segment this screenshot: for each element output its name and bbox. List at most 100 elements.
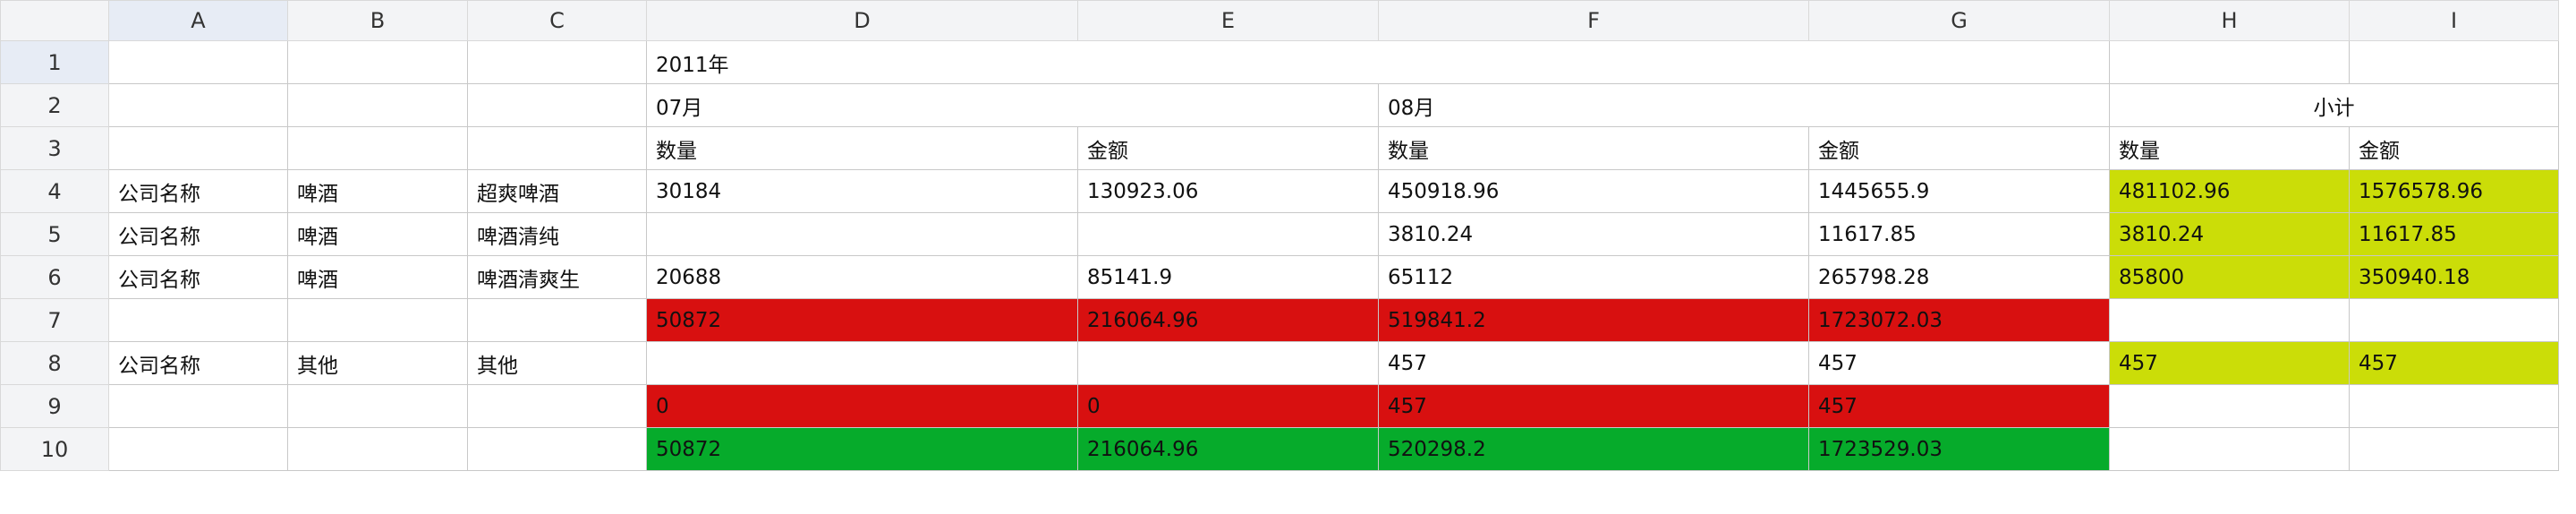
cell-h1[interactable]: [2109, 40, 2350, 84]
column-header-f[interactable]: F: [1378, 0, 1809, 41]
cell-c1[interactable]: [467, 40, 647, 84]
cell-g8[interactable]: 457: [1808, 341, 2110, 385]
cell-i3[interactable]: 金额: [2349, 126, 2559, 170]
cell-c2[interactable]: [467, 83, 647, 127]
cell-i9[interactable]: [2349, 384, 2559, 428]
cell-e7[interactable]: 216064.96: [1077, 298, 1379, 342]
cell-g4[interactable]: 1445655.9: [1808, 169, 2110, 213]
cell-h2-subtotal[interactable]: 小计: [2109, 83, 2559, 127]
cell-d4[interactable]: 30184: [646, 169, 1078, 213]
cell-c7[interactable]: [467, 298, 647, 342]
cell-i7[interactable]: [2349, 298, 2559, 342]
cell-b8[interactable]: 其他: [287, 341, 468, 385]
cell-g10[interactable]: 1723529.03: [1808, 427, 2110, 471]
cell-b4[interactable]: 啤酒: [287, 169, 468, 213]
cell-b1[interactable]: [287, 40, 468, 84]
cell-e6[interactable]: 85141.9: [1077, 255, 1379, 299]
cell-d2-july[interactable]: 07月: [646, 83, 1379, 127]
cell-g5[interactable]: 11617.85: [1808, 212, 2110, 256]
column-header-e[interactable]: E: [1077, 0, 1379, 41]
cell-a8[interactable]: 公司名称: [108, 341, 288, 385]
cell-i4[interactable]: 1576578.96: [2349, 169, 2559, 213]
cell-h7[interactable]: [2109, 298, 2350, 342]
column-header-g[interactable]: G: [1808, 0, 2110, 41]
cell-c10[interactable]: [467, 427, 647, 471]
cell-e10[interactable]: 216064.96: [1077, 427, 1379, 471]
column-header-b[interactable]: B: [287, 0, 468, 41]
cell-b2[interactable]: [287, 83, 468, 127]
cell-e3[interactable]: 金额: [1077, 126, 1379, 170]
spreadsheet-grid[interactable]: A B C D E F G H I 1 2011年 2 07月 08月 小计 3…: [0, 0, 2559, 471]
cell-h9[interactable]: [2109, 384, 2350, 428]
row-header-9[interactable]: 9: [0, 384, 109, 428]
cell-d6[interactable]: 20688: [646, 255, 1078, 299]
cell-g6[interactable]: 265798.28: [1808, 255, 2110, 299]
cell-f3[interactable]: 数量: [1378, 126, 1809, 170]
cell-b5[interactable]: 啤酒: [287, 212, 468, 256]
cell-g9[interactable]: 457: [1808, 384, 2110, 428]
cell-c6[interactable]: 啤酒清爽生: [467, 255, 647, 299]
cell-h6[interactable]: 85800: [2109, 255, 2350, 299]
cell-c5[interactable]: 啤酒清纯: [467, 212, 647, 256]
cell-a9[interactable]: [108, 384, 288, 428]
cell-e9[interactable]: 0: [1077, 384, 1379, 428]
cell-i1[interactable]: [2349, 40, 2559, 84]
row-header-3[interactable]: 3: [0, 126, 109, 170]
cell-d7[interactable]: 50872: [646, 298, 1078, 342]
column-header-h[interactable]: H: [2109, 0, 2350, 41]
cell-f6[interactable]: 65112: [1378, 255, 1809, 299]
cell-b3[interactable]: [287, 126, 468, 170]
cell-e5[interactable]: [1077, 212, 1379, 256]
cell-d10[interactable]: 50872: [646, 427, 1078, 471]
cell-i8[interactable]: 457: [2349, 341, 2559, 385]
row-header-10[interactable]: 10: [0, 427, 109, 471]
cell-c4[interactable]: 超爽啤酒: [467, 169, 647, 213]
row-header-2[interactable]: 2: [0, 83, 109, 127]
cell-f4[interactable]: 450918.96: [1378, 169, 1809, 213]
cell-h8[interactable]: 457: [2109, 341, 2350, 385]
cell-f8[interactable]: 457: [1378, 341, 1809, 385]
row-header-5[interactable]: 5: [0, 212, 109, 256]
row-header-6[interactable]: 6: [0, 255, 109, 299]
select-all-corner[interactable]: [0, 0, 109, 41]
cell-b7[interactable]: [287, 298, 468, 342]
cell-i10[interactable]: [2349, 427, 2559, 471]
cell-f10[interactable]: 520298.2: [1378, 427, 1809, 471]
cell-b9[interactable]: [287, 384, 468, 428]
cell-b6[interactable]: 啤酒: [287, 255, 468, 299]
cell-d8[interactable]: [646, 341, 1078, 385]
cell-a2[interactable]: [108, 83, 288, 127]
cell-a10[interactable]: [108, 427, 288, 471]
cell-i5[interactable]: 11617.85: [2349, 212, 2559, 256]
cell-b10[interactable]: [287, 427, 468, 471]
cell-a5[interactable]: 公司名称: [108, 212, 288, 256]
cell-c3[interactable]: [467, 126, 647, 170]
row-header-1[interactable]: 1: [0, 40, 109, 84]
cell-c8[interactable]: 其他: [467, 341, 647, 385]
cell-d5[interactable]: [646, 212, 1078, 256]
cell-f2-august[interactable]: 08月: [1378, 83, 2110, 127]
column-header-d[interactable]: D: [646, 0, 1078, 41]
column-header-c[interactable]: C: [467, 0, 647, 41]
cell-a7[interactable]: [108, 298, 288, 342]
cell-g7[interactable]: 1723072.03: [1808, 298, 2110, 342]
cell-a3[interactable]: [108, 126, 288, 170]
cell-d9[interactable]: 0: [646, 384, 1078, 428]
row-header-4[interactable]: 4: [0, 169, 109, 213]
cell-h3[interactable]: 数量: [2109, 126, 2350, 170]
row-header-7[interactable]: 7: [0, 298, 109, 342]
column-header-i[interactable]: I: [2349, 0, 2559, 41]
cell-f5[interactable]: 3810.24: [1378, 212, 1809, 256]
cell-d3[interactable]: 数量: [646, 126, 1078, 170]
cell-i6[interactable]: 350940.18: [2349, 255, 2559, 299]
cell-d1-year[interactable]: 2011年: [646, 40, 2110, 84]
cell-a4[interactable]: 公司名称: [108, 169, 288, 213]
cell-e4[interactable]: 130923.06: [1077, 169, 1379, 213]
cell-h10[interactable]: [2109, 427, 2350, 471]
cell-h5[interactable]: 3810.24: [2109, 212, 2350, 256]
cell-a6[interactable]: 公司名称: [108, 255, 288, 299]
column-header-a[interactable]: A: [108, 0, 288, 41]
cell-e8[interactable]: [1077, 341, 1379, 385]
cell-c9[interactable]: [467, 384, 647, 428]
cell-h4[interactable]: 481102.96: [2109, 169, 2350, 213]
